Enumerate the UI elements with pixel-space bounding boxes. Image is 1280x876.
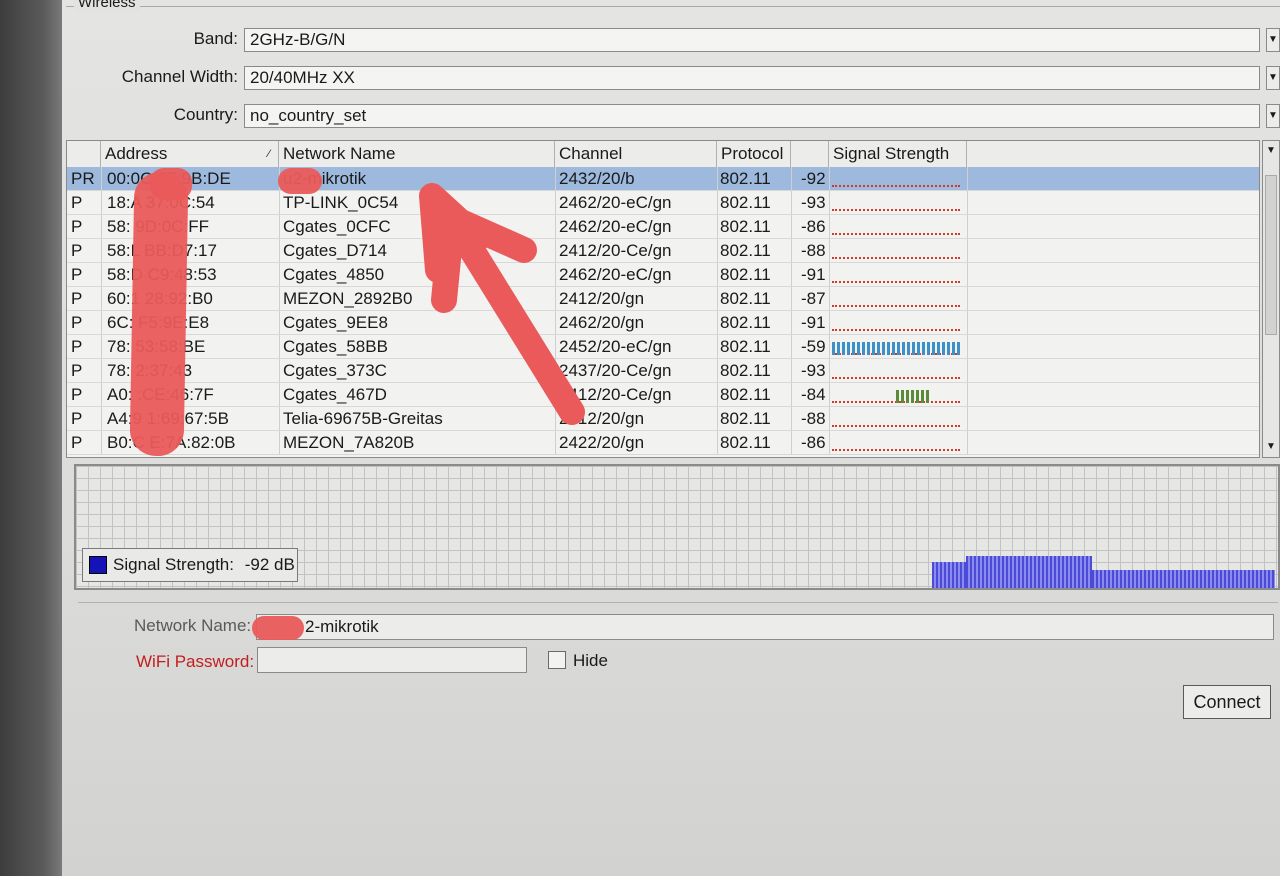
annotation-arrow-icon	[419, 183, 585, 425]
